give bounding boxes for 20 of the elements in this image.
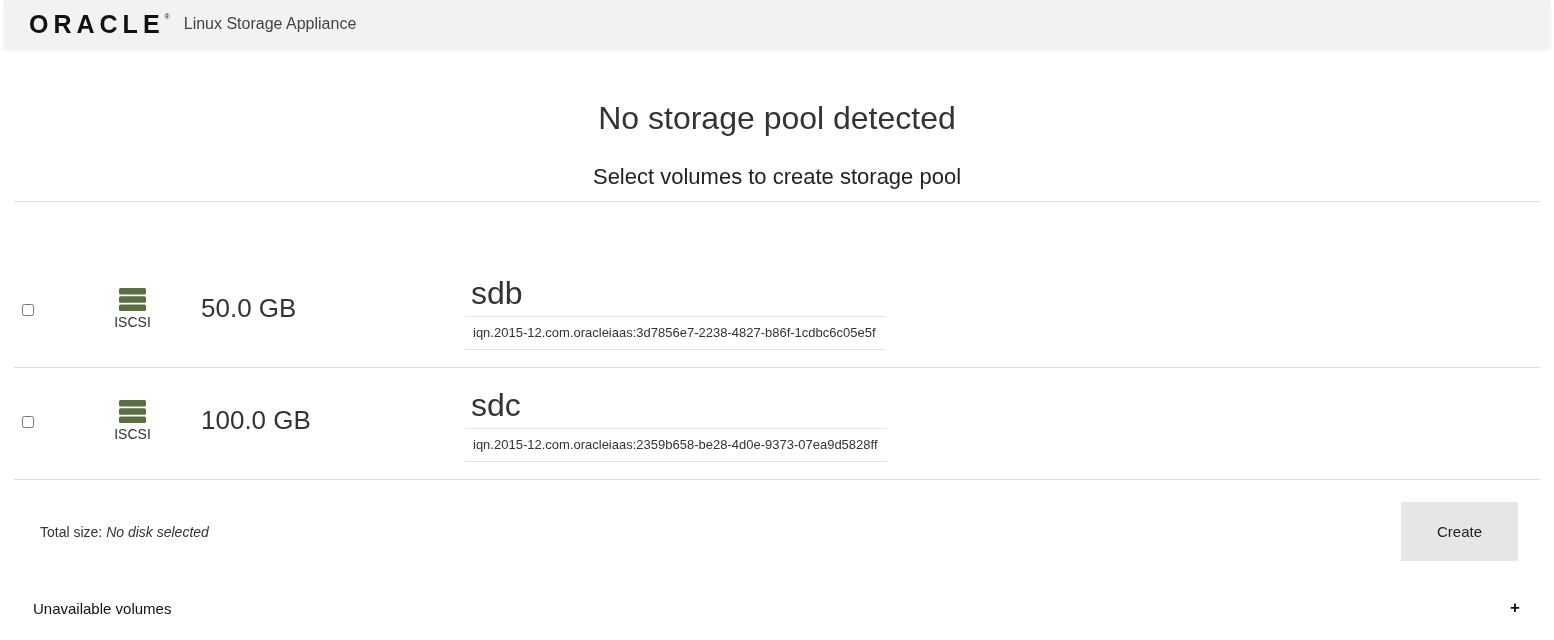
product-name: Linux Storage Appliance (183, 15, 357, 33)
expand-toggle[interactable]: + (1510, 598, 1520, 618)
volume-iqn: iqn.2015-12.com.oracleiaas:2359b658-be28-4d0e-9373-07ea9d5828ff (465, 427, 887, 462)
page-subheading: Select volumes to create storage pool (591, 164, 963, 190)
volume-checkbox[interactable] (22, 303, 34, 316)
volume-size: 50.0 GB (201, 293, 297, 323)
logo-text: ORACLE (29, 11, 165, 37)
create-button[interactable]: Create (1401, 502, 1518, 561)
volume-checkbox[interactable] (22, 415, 34, 428)
volume-iqn: iqn.2015-12.com.oracleiaas:3d7856e7-2238-4827-b86f-1cdbc6c05e5f (465, 315, 885, 350)
disk-stack-icon (119, 287, 146, 311)
volume-size: 100.0 GB (201, 405, 311, 435)
page-heading: No storage pool detected (597, 99, 957, 137)
volume-name: sdc (470, 385, 521, 424)
disk-stack-icon (119, 399, 146, 423)
volume-name: sdb (470, 273, 523, 312)
volume-type: ISCSI (114, 313, 151, 330)
unavailable-volumes-label: Unavailable volumes (33, 599, 172, 617)
total-size-text: Total size: No disk selected (40, 523, 209, 540)
volume-type: ISCSI (114, 425, 151, 442)
